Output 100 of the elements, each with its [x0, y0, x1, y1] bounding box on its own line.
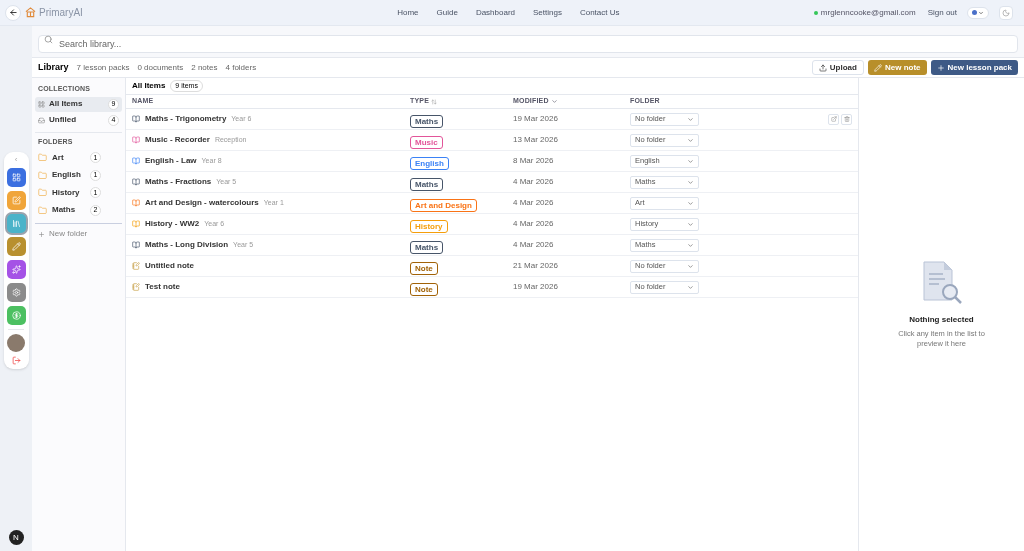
- app-button[interactable]: [6, 306, 26, 325]
- user-badge[interactable]: N: [8, 530, 24, 545]
- nav-link[interactable]: Guide: [436, 6, 458, 19]
- modified-date: 13 Mar 2026: [513, 134, 559, 146]
- back-button[interactable]: [5, 4, 21, 21]
- upload-icon: [818, 63, 827, 72]
- book-icon: [132, 115, 140, 123]
- color-picker[interactable]: [967, 6, 989, 19]
- app-button[interactable]: [6, 237, 26, 256]
- folder-icon: [38, 205, 47, 215]
- modified-date: 4 Mar 2026: [513, 218, 555, 230]
- type-tag: Maths: [410, 178, 444, 191]
- nav-link[interactable]: Settings: [533, 6, 562, 19]
- modified-date: 19 Mar 2026: [513, 281, 559, 293]
- chevron-down-icon: [687, 241, 694, 249]
- type-tag: Music: [410, 136, 443, 149]
- book-icon: [132, 241, 140, 249]
- folder-icon: [38, 153, 47, 163]
- library-title: Library: [38, 60, 69, 74]
- folder-icon: [38, 188, 47, 198]
- type-tag: Art and Design: [410, 199, 477, 212]
- trash-icon: [843, 116, 850, 122]
- coin-icon: [11, 311, 21, 320]
- app-button[interactable]: [6, 214, 26, 233]
- chevron-down-icon: [687, 115, 694, 123]
- item-name: English - Law: [145, 155, 197, 167]
- sparkles-icon: [11, 265, 21, 274]
- avatar[interactable]: [7, 334, 25, 352]
- search-field[interactable]: Search library...: [38, 35, 1018, 53]
- plus-icon: [38, 230, 45, 238]
- folder-icon: [38, 170, 47, 180]
- type-tag: Maths: [410, 241, 444, 254]
- brand-name: PrimaryAI: [39, 6, 83, 20]
- chevron-down-icon: [978, 9, 984, 16]
- item-name: Music - Recorder: [145, 134, 210, 146]
- open-button[interactable]: [828, 113, 839, 125]
- nav-link[interactable]: Contact Us: [579, 6, 620, 19]
- item-name: Maths - Fractions: [145, 176, 212, 188]
- folder-label: History: [52, 186, 81, 199]
- logout-icon[interactable]: [11, 356, 21, 365]
- pencil-icon: [11, 242, 21, 251]
- empty-title: Nothing selected: [909, 314, 974, 326]
- chevron-down-icon: [687, 136, 694, 144]
- toolbar-button[interactable]: New lesson pack: [930, 60, 1018, 75]
- item-name: Test note: [145, 281, 180, 293]
- toolbar-button[interactable]: Upload: [811, 60, 864, 75]
- app-button[interactable]: [6, 260, 26, 279]
- type-tag: Note: [410, 283, 438, 296]
- search-icon: [44, 34, 53, 44]
- dark-mode-button[interactable]: [999, 5, 1013, 20]
- modified-date: 4 Mar 2026: [513, 176, 555, 188]
- note-icon: [132, 262, 140, 270]
- library-stat: 4 folders: [225, 61, 257, 74]
- book-icon: [132, 199, 140, 207]
- inbox-icon: [38, 116, 45, 124]
- nav-link[interactable]: Dashboard: [475, 6, 516, 19]
- grid-icon: [38, 100, 45, 108]
- edit-icon: [11, 196, 21, 205]
- table-title: All Items: [132, 80, 166, 92]
- item-name: History - WW2: [145, 218, 200, 230]
- chevron-down-icon: [687, 283, 694, 291]
- item-name: Untitled note: [145, 260, 194, 272]
- settings-icon: [11, 288, 21, 297]
- type-tag: History: [410, 220, 448, 233]
- grid-icon: [11, 173, 21, 182]
- logo-icon: [25, 7, 36, 18]
- sign-out-link[interactable]: Sign out: [927, 6, 957, 19]
- library-stat: 0 documents: [137, 61, 184, 74]
- nav-link[interactable]: Home: [397, 6, 419, 19]
- sort-icon: [431, 98, 437, 105]
- book-icon: [132, 136, 140, 144]
- item-name: Maths - Long Division: [145, 239, 229, 251]
- type-tag: Note: [410, 262, 438, 275]
- chevron-down-icon: [687, 199, 694, 207]
- item-name: Maths - Trigonometry: [145, 113, 227, 125]
- book-icon: [132, 220, 140, 228]
- external-link-icon: [830, 116, 837, 122]
- pencil-icon: [873, 63, 882, 72]
- chevron-down-icon: [687, 220, 694, 228]
- chevron-down-icon: [687, 262, 694, 270]
- book-icon: [132, 157, 140, 165]
- app-button[interactable]: [6, 168, 26, 187]
- note-icon: [132, 283, 140, 291]
- modified-date: 4 Mar 2026: [513, 197, 555, 209]
- modified-date: 4 Mar 2026: [513, 239, 555, 251]
- modified-date: 8 Mar 2026: [513, 155, 555, 167]
- plus-icon: [936, 63, 945, 72]
- moon-icon: [1002, 8, 1010, 17]
- books-icon: [11, 219, 21, 228]
- collection-label: All Items: [49, 98, 84, 110]
- book-icon: [132, 178, 140, 186]
- app-button[interactable]: [6, 191, 26, 210]
- delete-button[interactable]: [841, 113, 852, 125]
- new-folder-button[interactable]: New folder: [35, 228, 91, 240]
- app-button[interactable]: [6, 283, 26, 302]
- folder-label: Maths: [52, 204, 77, 217]
- back-arrow-icon: [8, 8, 18, 17]
- library-stat: 2 notes: [191, 61, 218, 74]
- item-name: Art and Design - watercolours: [145, 197, 259, 209]
- modified-date: 21 Mar 2026: [513, 260, 559, 272]
